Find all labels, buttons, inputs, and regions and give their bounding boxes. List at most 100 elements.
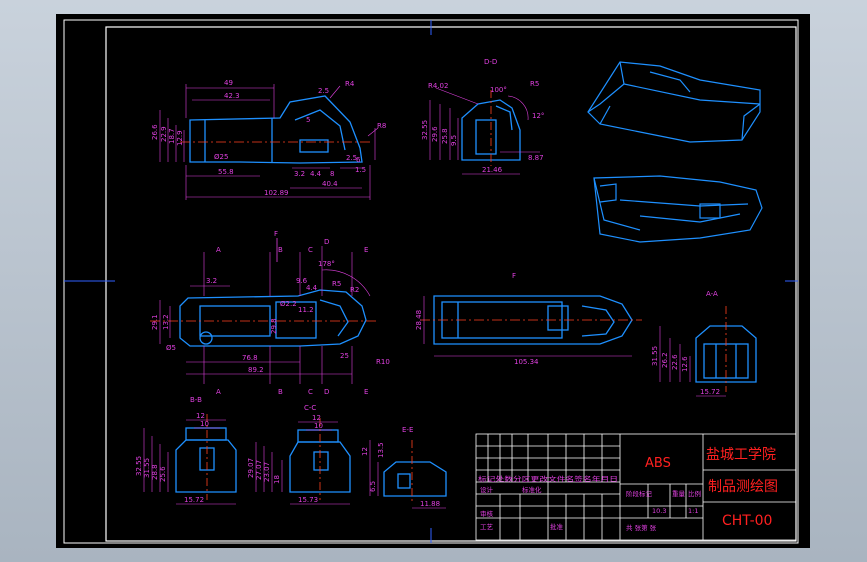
section-bb-outline — [175, 427, 237, 493]
dim-label: 29.1 — [151, 314, 159, 330]
top-view-outline — [179, 289, 367, 347]
weight-value: 10.3 — [652, 507, 666, 515]
dim-label: 12 — [361, 447, 369, 456]
cad-viewport[interactable]: 49 42.3 2.5 R4 R8 26.6 22.9 18.7 12.9 5 … — [0, 0, 867, 562]
dim-label: 6.5 — [369, 481, 377, 492]
dim-label: R2 — [350, 286, 359, 294]
dim-label: R10 — [376, 358, 390, 366]
section-marker-b: B — [278, 388, 283, 396]
dim-label: 26.2 — [661, 352, 669, 368]
view-title: E-E — [402, 426, 413, 434]
process-label: 工艺 — [480, 523, 494, 531]
section-marker-a: A — [216, 246, 221, 254]
dim-label: 100° — [490, 86, 507, 94]
dim-label: 178° — [318, 260, 335, 268]
isometric-view-bottom — [593, 175, 763, 243]
dim-label: 102.89 — [264, 189, 289, 197]
dim-label: Ø2.2 — [280, 300, 297, 308]
approve-label: 批准 — [550, 522, 564, 531]
section-marker-d: D — [324, 388, 329, 396]
dim-label: 89.2 — [248, 366, 264, 374]
dim-label: 11.2 — [298, 306, 314, 314]
design-label: 设计 — [480, 485, 494, 494]
view-title: C-C — [304, 404, 316, 412]
view-title: F — [512, 272, 516, 280]
dim-label: 32.55 — [135, 456, 143, 476]
dim-label: 26.6 — [151, 124, 159, 140]
material-label: ABS — [645, 456, 671, 471]
dim-label: 3.2 — [294, 170, 305, 178]
dim-label: 22.6 — [671, 354, 679, 370]
drawing-title: 制品测绘图 — [708, 479, 778, 495]
dim-label: R5 — [332, 280, 341, 288]
dim-label: 76.8 — [242, 354, 258, 362]
dim-label: 31.55 — [651, 346, 659, 366]
dim-label: 12 — [312, 414, 321, 422]
section-marker-c: C — [308, 246, 313, 254]
dim-label: 28.48 — [415, 310, 423, 330]
scale-value: 1:1 — [688, 507, 698, 515]
view-title: A-A — [706, 290, 718, 298]
section-ee-outline — [383, 461, 447, 497]
dim-label: 25.6 — [159, 466, 167, 482]
section-marker-a: A — [216, 388, 221, 396]
bottom-view: F 28.48 105.34 — [415, 272, 642, 366]
sheet-count: 共 张第 张 — [626, 523, 657, 532]
dim-label: 49 — [224, 79, 233, 87]
dim-label: 27.07 — [255, 460, 263, 480]
dim-label: 18 — [273, 475, 281, 484]
dim-label: 12.6 — [681, 356, 689, 372]
dim-label: 15.73 — [298, 496, 318, 504]
dim-label: 5 — [306, 116, 310, 124]
view-title: B-B — [190, 396, 202, 404]
standard-label: 标准化 — [522, 485, 542, 494]
dim-label: 12.9 — [176, 130, 184, 146]
section-aa-view: A-A 31.55 26.2 22.6 12.6 15.72 — [651, 290, 757, 397]
dim-label: Ø5 — [166, 344, 176, 352]
section-dd-view: D-D R4.02 R5 100° 12° 32.55 29.6 25.8 9.… — [421, 58, 544, 175]
drawing-canvas: 49 42.3 2.5 R4 R8 26.6 22.9 18.7 12.9 5 … — [63, 19, 799, 544]
dim-label: 12° — [532, 112, 544, 120]
weight-label: 重量 — [672, 490, 686, 498]
dim-label: 10 — [314, 422, 323, 430]
dim-label: 10 — [200, 420, 209, 428]
section-ee-view: E-E 12 6.5 13.5 11.88 — [361, 426, 447, 509]
front-view: 49 42.3 2.5 R4 R8 26.6 22.9 18.7 12.9 5 … — [151, 79, 386, 200]
title-block: ABS 盐城工学院 制品测绘图 CHT-00 标记处数分区更改文件名签名年月日 … — [475, 433, 797, 541]
isometric-view-top — [587, 61, 761, 143]
dim-label: 13.5 — [377, 442, 385, 458]
top-view: F A B C D E A B C D E 178° 3.2 9.6 11.2 … — [150, 230, 390, 396]
dim-label: 12 — [196, 412, 205, 420]
dim-label: 3.2 — [206, 277, 217, 285]
dim-label: 6 — [356, 156, 361, 164]
dim-label: R5 — [530, 80, 539, 88]
dim-label: 105.34 — [514, 358, 539, 366]
section-markers: F A B C D E A B C D E — [216, 230, 368, 396]
dim-label: 31.55 — [143, 458, 151, 478]
dim-label: 13.2 — [162, 314, 170, 330]
bottom-dim-lines — [423, 296, 632, 357]
dim-label: R4.02 — [428, 82, 448, 90]
section-bb-view: B-B 12 10 32.55 31.55 28.8 25.6 15.72 — [135, 396, 237, 505]
dim-label: 42.3 — [224, 92, 240, 100]
centering-marks — [64, 20, 798, 543]
view-title: D-D — [484, 58, 497, 66]
dim-label: 2.5 — [318, 87, 329, 95]
section-marker-e: E — [364, 246, 368, 254]
dim-label: 15.72 — [184, 496, 204, 504]
dim-label: 29.8 — [270, 318, 278, 334]
dim-label: 28.8 — [151, 464, 159, 480]
school-name: 盐城工学院 — [706, 447, 776, 463]
dim-label: 40.4 — [322, 180, 338, 188]
section-marker-b: B — [278, 246, 283, 254]
dim-label: 55.8 — [218, 168, 234, 176]
dim-label: 23.07 — [263, 462, 271, 482]
dim-label: 8 — [330, 170, 334, 178]
dim-label: 25.8 — [441, 128, 449, 144]
outer-frame — [63, 19, 799, 544]
dim-label: 1.5 — [355, 166, 366, 174]
dim-label: 25 — [340, 352, 349, 360]
dim-label: 11.88 — [420, 500, 440, 508]
section-cut-lines — [159, 246, 371, 384]
drawing-number: CHT-00 — [722, 513, 772, 529]
